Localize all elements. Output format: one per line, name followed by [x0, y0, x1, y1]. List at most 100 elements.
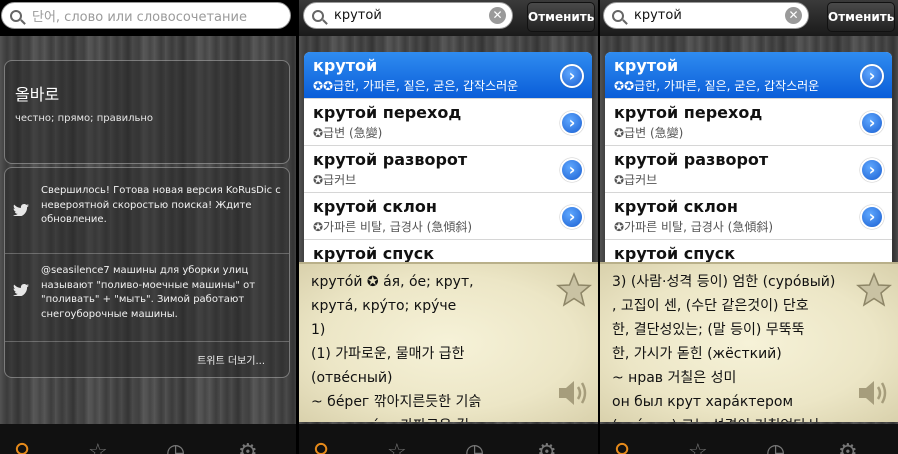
search-icon [312, 9, 324, 22]
result-row[interactable]: крутой переход ✪급변 (急變) › [605, 99, 892, 146]
entry-detail-screen: крутой ✕ Отменить крутой ✪✪급한, 가파른, 짙은, … [600, 0, 898, 454]
result-translation: ✪급커브 [313, 173, 357, 187]
result-row[interactable]: крутой спуск [605, 240, 892, 264]
entry-line: 한, 가시가 돋힌 (жёсткий) [612, 346, 782, 362]
tab-settings-icon[interactable]: ⚙ [537, 438, 557, 454]
chevron-right-icon[interactable]: › [560, 111, 584, 135]
speaker-icon[interactable] [856, 376, 892, 410]
chevron-right-icon[interactable]: › [560, 64, 584, 88]
result-translation: ✪급변 (急變) [614, 126, 684, 140]
result-row[interactable]: крутой склон ✪가파른 비탈, 급경사 (急傾斜) › [304, 193, 592, 240]
result-row[interactable]: крутой разворот ✪급커브 › [304, 146, 592, 193]
tab-favorites-icon[interactable]: ☆ [688, 438, 708, 454]
result-row[interactable]: крутой разворот ✪급커브 › [605, 146, 892, 193]
entry-line: ~ нрав 거칠은 성미 [612, 370, 737, 386]
home-screen: 단어, слово или словосочетание 올바로 честно;… [0, 0, 296, 454]
twitter-bird-icon [13, 204, 29, 216]
tab-bar: ⚲ ☆ ◷ ⚙ [0, 424, 296, 454]
result-translation: ✪✪급한, 가파른, 짙은, 굳은, 갑작스러운 [614, 79, 820, 93]
clear-icon[interactable]: ✕ [785, 7, 802, 24]
entry-line: круто́й ✪ а́я, о́е; крут, [311, 274, 474, 290]
tab-favorites-icon[interactable]: ☆ [387, 438, 407, 454]
tab-history-icon[interactable]: ◷ [465, 438, 484, 454]
tab-settings-icon[interactable]: ⚙ [238, 438, 258, 454]
chevron-right-icon[interactable]: › [860, 111, 884, 135]
tab-bar: ⚲ ☆ ◷ ⚙ [299, 424, 598, 454]
search-value: крутой [634, 8, 682, 23]
search-bar: 단어, слово или словосочетание [0, 0, 296, 32]
speaker-icon[interactable] [556, 376, 592, 410]
search-bar: крутой ✕ Отменить [299, 0, 598, 36]
star-icon[interactable] [856, 272, 892, 308]
result-headword: крутой переход [614, 103, 763, 122]
results-list: крутой ✪✪급한, 가파른, 짙은, 굳은, 갑작스러운 › крутой… [304, 52, 592, 264]
chevron-right-icon[interactable]: › [560, 158, 584, 182]
search-input[interactable]: крутой ✕ [603, 2, 809, 29]
word-headword: 올바로 [15, 85, 60, 104]
search-icon [612, 9, 624, 22]
results-list: крутой ✪✪급한, 가파른, 짙은, 굳은, 갑작스러운 › крутой… [605, 52, 892, 264]
word-of-day-card[interactable]: 올바로 честно; прямо; правильно [4, 60, 290, 164]
result-translation: ✪가파른 비탈, 급경사 (急傾斜) [313, 220, 472, 234]
search-results-screen: крутой ✕ Отменить крутой ✪✪급한, 가파른, 짙은, … [299, 0, 598, 454]
entry-line: , 고집이 센, (수단 같은것이) 단호 [612, 298, 809, 314]
entry-line: он был крут хара́ктером [612, 394, 794, 410]
result-row[interactable]: крутой спуск [304, 240, 592, 264]
twitter-bird-icon [13, 284, 29, 296]
search-input[interactable]: 단어, слово или словосочетание [1, 2, 291, 29]
entry-line: 1) [311, 322, 326, 338]
result-headword: крутой разворот [614, 150, 769, 169]
result-translation: ✪급커브 [614, 173, 658, 187]
entry-line: (нра́вом) 그는 성격이 거칠었다서 [612, 414, 854, 422]
tab-search-icon[interactable]: ⚲ [614, 438, 630, 454]
tab-search-icon[interactable]: ⚲ [14, 438, 30, 454]
entry-line: (отве́сный) [311, 370, 393, 386]
result-headword: крутой спуск [614, 244, 736, 263]
search-input[interactable]: крутой ✕ [303, 2, 513, 29]
star-icon[interactable] [556, 272, 592, 308]
tab-history-icon[interactable]: ◷ [766, 438, 785, 454]
chevron-right-icon[interactable]: › [560, 205, 584, 229]
entry-line: крута́, кру́то; кру́че [311, 298, 457, 314]
tab-history-icon[interactable]: ◷ [166, 438, 185, 454]
result-translation: ✪급변 (急變) [313, 126, 383, 140]
cancel-button[interactable]: Отменить [827, 2, 895, 32]
entry-line: (1) 가파로운, 물매가 급한 [311, 346, 465, 362]
result-row[interactable]: крутой ✪✪급한, 가파른, 짙은, 굳은, 갑작스러운 › [304, 52, 592, 99]
result-headword: крутой разворот [313, 150, 468, 169]
search-bar: крутой ✕ Отменить [600, 0, 898, 36]
result-translation: ✪가파른 비탈, 급경사 (急傾斜) [614, 220, 773, 234]
tab-settings-icon[interactable]: ⚙ [838, 438, 858, 454]
result-headword: крутой склон [614, 197, 738, 216]
result-headword: крутой [313, 56, 378, 75]
entry-line: 한, 결단성있는; (말 등이) 무뚝뚝 [612, 322, 805, 338]
search-icon [10, 9, 22, 22]
more-tweets-link[interactable]: 트위트 더보기... [5, 342, 289, 367]
result-translation: ✪✪급한, 가파른, 짙은, 굳은, 갑작스러운 [313, 79, 519, 93]
chevron-right-icon[interactable]: › [860, 205, 884, 229]
tweet-item[interactable]: @seasilence7 машины для уборки улиц назы… [5, 254, 289, 342]
chevron-right-icon[interactable]: › [860, 158, 884, 182]
result-headword: крутой переход [313, 103, 462, 122]
entry-panel: 3) (사람·성격 등이) 엄한 (суро́вый) , 고집이 센, (수단… [600, 262, 898, 422]
tab-search-icon[interactable]: ⚲ [313, 438, 329, 454]
twitter-feed: Свершилось! Готова новая версия KoRusDic… [4, 167, 290, 378]
entry-line: ~ бе́рег 깎아지른듯한 기슭 [311, 394, 482, 410]
clear-icon[interactable]: ✕ [489, 7, 506, 24]
result-row[interactable]: крутой ✪✪급한, 가파른, 짙은, 굳은, 갑작스러운 › [605, 52, 892, 99]
tweet-item[interactable]: Свершилось! Готова новая версия KoRusDic… [5, 168, 289, 254]
result-headword: крутой склон [313, 197, 437, 216]
result-headword: крутой спуск [313, 244, 435, 263]
tab-bar: ⚲ ☆ ◷ ⚙ [600, 424, 898, 454]
entry-line: 3) (사람·성격 등이) 엄한 (суро́вый) [612, 274, 836, 290]
result-row[interactable]: крутой переход ✪급변 (急變) › [304, 99, 592, 146]
result-headword: крутой [614, 56, 679, 75]
search-placeholder: 단어, слово или словосочетание [32, 10, 247, 25]
tweet-text: Свершилось! Готова новая версия KoRusDic… [41, 185, 281, 225]
chevron-right-icon[interactable]: › [860, 64, 884, 88]
tab-favorites-icon[interactable]: ☆ [88, 438, 108, 454]
word-definition: честно; прямо; правильно [15, 113, 154, 124]
cancel-button[interactable]: Отменить [527, 2, 595, 32]
tweet-text: @seasilence7 машины для уборки улиц назы… [41, 265, 256, 320]
result-row[interactable]: крутой склон ✪가파른 비탈, 급경사 (急傾斜) › [605, 193, 892, 240]
